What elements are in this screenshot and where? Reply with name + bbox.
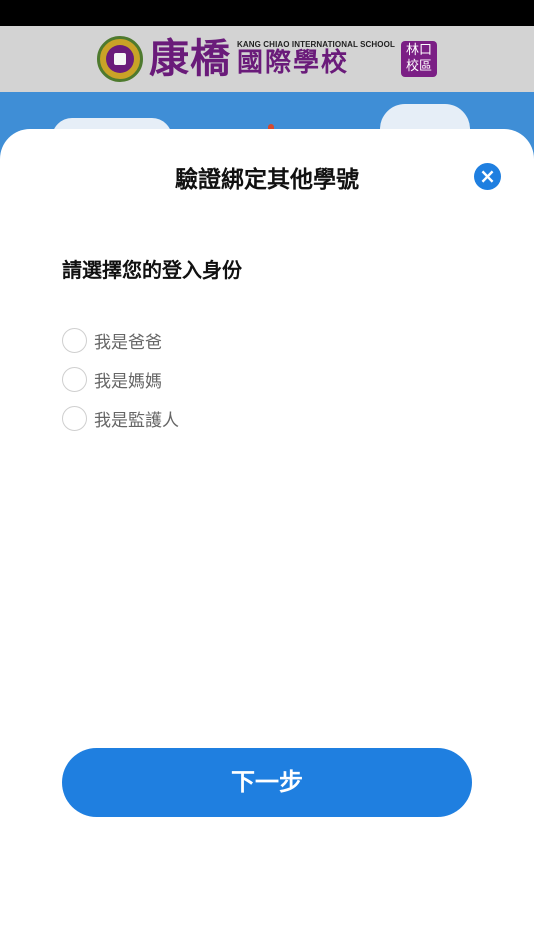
school-emblem-icon [97, 36, 144, 82]
option-label: 我是監護人 [94, 411, 179, 431]
dialog-title: 驗證綁定其他學號 [175, 167, 359, 193]
identity-prompt: 請選擇您的登入身份 [62, 258, 242, 282]
option-father[interactable]: 我是爸爸 [62, 328, 162, 353]
close-icon[interactable]: × [474, 163, 501, 190]
campus-badge-line1: 林口 [405, 43, 432, 58]
school-banner: 康橋 KANG CHIAO INTERNATIONAL SCHOOL 國際學校 … [0, 26, 534, 92]
campus-badge: 林口 校區 [400, 41, 437, 77]
radio-button[interactable] [62, 328, 87, 353]
school-name-main: 康橋 [149, 35, 232, 82]
option-mother[interactable]: 我是媽媽 [62, 367, 162, 392]
school-name-sub: 國際學校 [237, 48, 350, 79]
campus-badge-line2: 校區 [405, 59, 432, 74]
status-bar [0, 0, 534, 26]
bottom-sheet [0, 129, 534, 950]
school-logo: 康橋 KANG CHIAO INTERNATIONAL SCHOOL 國際學校 … [97, 36, 437, 82]
option-guardian[interactable]: 我是監護人 [62, 406, 179, 431]
option-label: 我是媽媽 [94, 372, 162, 392]
radio-button[interactable] [62, 406, 87, 431]
radio-button[interactable] [62, 367, 87, 392]
next-button[interactable]: 下一步 [62, 748, 472, 817]
option-label: 我是爸爸 [94, 333, 162, 353]
